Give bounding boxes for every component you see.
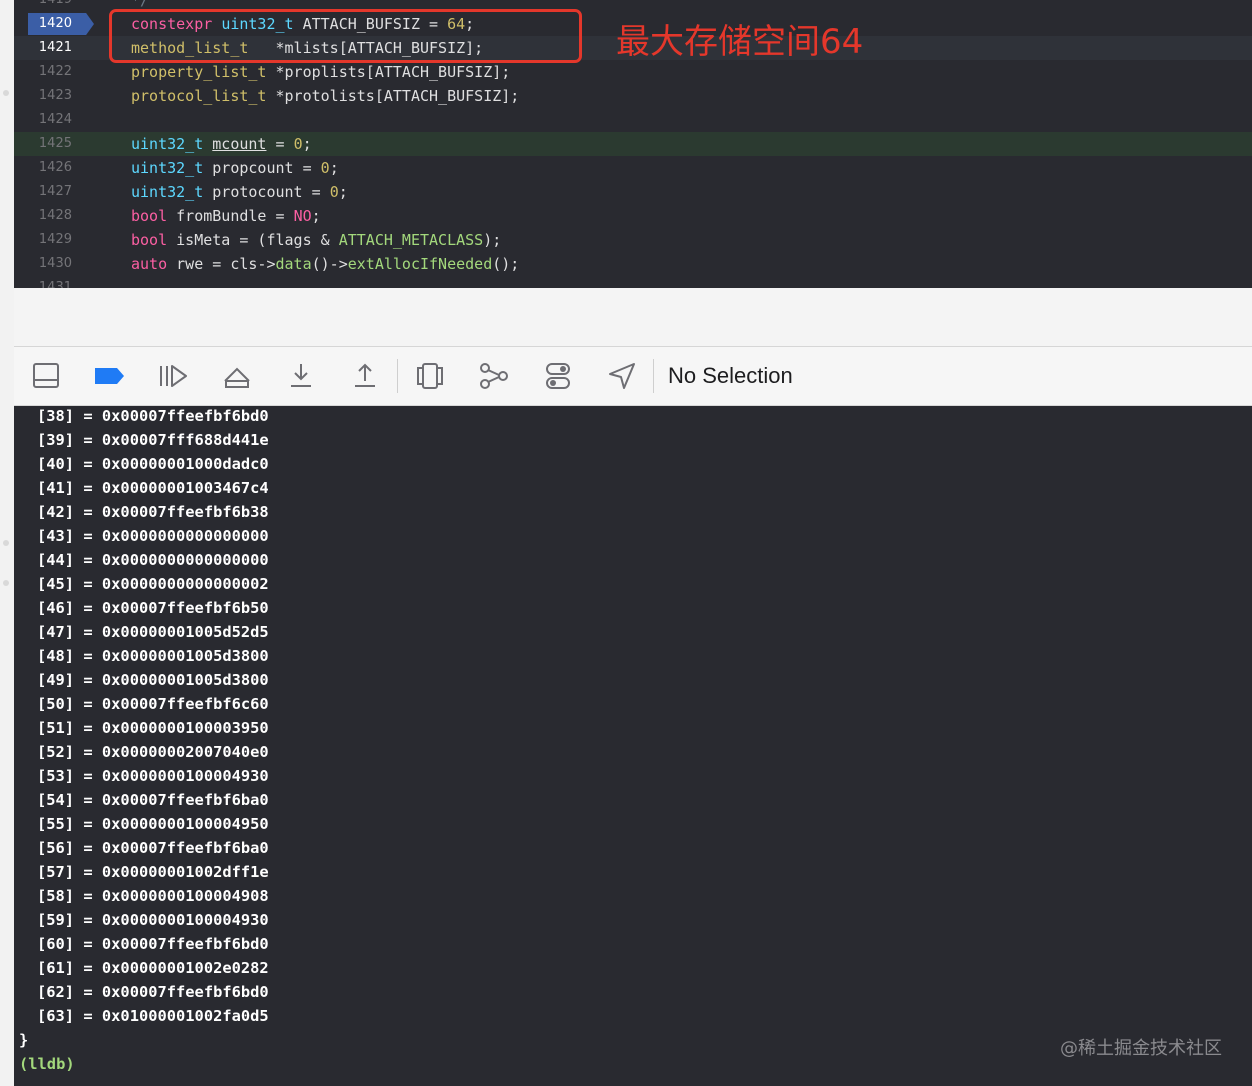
- line-number: 1429: [38, 232, 72, 247]
- gutter-marker: [3, 90, 9, 96]
- environment-overrides-icon: [546, 363, 570, 389]
- line-number: 1427: [38, 184, 72, 199]
- console-line: [57] = 0x00000001002dff1e: [37, 863, 269, 881]
- code-text: bool isMeta = (flags & ATTACH_METACLASS)…: [131, 231, 502, 249]
- console-line: [60] = 0x00007ffeefbf6bd0: [37, 935, 269, 953]
- code-line-1427: 1427 uint32_t protocount = 0;: [14, 180, 1252, 204]
- breakpoint-icon: [95, 368, 124, 384]
- hide-debug-area-button[interactable]: [30, 361, 62, 391]
- console-line: [38] = 0x00007ffeefbf6bd0: [37, 407, 269, 425]
- code-text: auto rwe = cls->data()->extAllocIfNeeded…: [131, 255, 520, 273]
- code-line-1425: 1425 uint32_t mcount = 0;: [14, 132, 1252, 156]
- line-number: 1422: [38, 64, 72, 79]
- code-line-1423: 1423 protocol_list_t *protolists[ATTACH_…: [14, 84, 1252, 108]
- left-gutter-strip: [0, 0, 14, 1086]
- gutter-marker: [3, 580, 9, 586]
- console-line: [40] = 0x00000001000dadc0: [37, 455, 269, 473]
- highlight-box: [109, 9, 582, 63]
- console-line: [50] = 0x00007ffeefbf6c60: [37, 695, 269, 713]
- panel-bottom-icon: [33, 363, 59, 388]
- toolbar-separator: [653, 359, 654, 393]
- console-line: [61] = 0x00000001002e0282: [37, 959, 269, 977]
- console-line: [51] = 0x0000000100003950: [37, 719, 269, 737]
- annotation-text: 最大存储空间64: [616, 22, 864, 62]
- line-number: 1426: [38, 160, 72, 175]
- console-line: [42] = 0x00007ffeefbf6b38: [37, 503, 269, 521]
- memory-graph-button[interactable]: [478, 361, 510, 391]
- gutter-marker: [3, 540, 9, 546]
- step-out-button[interactable]: [349, 361, 381, 391]
- continue-button[interactable]: [157, 361, 189, 391]
- console-closing-brace: }: [19, 1031, 29, 1049]
- memory-graph-icon: [480, 363, 508, 389]
- breakpoints-toggle-button[interactable]: [93, 361, 125, 391]
- watermark: @稀土掘金技术社区: [1060, 1038, 1222, 1059]
- code-text: uint32_t mcount = 0;: [131, 135, 312, 153]
- console-line: [58] = 0x0000000100004908: [37, 887, 269, 905]
- step-over-icon: [224, 367, 250, 388]
- console-line: [47] = 0x00000001005d52d5: [37, 623, 269, 641]
- console-line: [59] = 0x0000000100004930: [37, 911, 269, 929]
- line-number: 1420: [38, 16, 72, 31]
- console-line: [39] = 0x00007fff688d441e: [37, 431, 269, 449]
- line-number: 1424: [38, 112, 72, 127]
- editor-debug-splitter[interactable]: [14, 288, 1252, 347]
- lldb-console[interactable]: [38] = 0x00007ffeefbf6bd0 [39] = 0x00007…: [14, 406, 1252, 1086]
- step-over-button[interactable]: [221, 361, 253, 391]
- lldb-prompt[interactable]: (lldb): [19, 1052, 75, 1076]
- console-line: [55] = 0x0000000100004950: [37, 815, 269, 833]
- console-line: [44] = 0x0000000000000000: [37, 551, 269, 569]
- console-line: [62] = 0x00007ffeefbf6bd0: [37, 983, 269, 1001]
- debug-toolbar: No Selection: [14, 347, 1252, 406]
- continue-icon: [160, 365, 187, 387]
- step-out-icon: [355, 363, 375, 387]
- code-text: property_list_t *proplists[ATTACH_BUFSIZ…: [131, 63, 511, 81]
- code-line-1431: 1431: [14, 276, 1252, 288]
- code-line-1428: 1428 bool fromBundle = NO;: [14, 204, 1252, 228]
- console-line: [54] = 0x00007ffeefbf6ba0: [37, 791, 269, 809]
- view-debugger-icon: [417, 363, 443, 389]
- console-line: [53] = 0x0000000100004930: [37, 767, 269, 785]
- console-line: [45] = 0x0000000000000002: [37, 575, 269, 593]
- simulate-location-button[interactable]: [606, 361, 638, 391]
- console-line: [43] = 0x0000000000000000: [37, 527, 269, 545]
- code-line-1426: 1426 uint32_t propcount = 0;: [14, 156, 1252, 180]
- code-text: protocol_list_t *protolists[ATTACH_BUFSI…: [131, 87, 520, 105]
- line-number: 1423: [38, 88, 72, 103]
- code-line-1424: 1424: [14, 108, 1252, 132]
- location-arrow-icon: [609, 363, 635, 389]
- line-number: 1428: [38, 208, 72, 223]
- console-line: [56] = 0x00007ffeefbf6ba0: [37, 839, 269, 857]
- step-into-icon: [291, 364, 311, 387]
- code-text: uint32_t propcount = 0;: [131, 159, 339, 177]
- console-line: [48] = 0x00000001005d3800: [37, 647, 269, 665]
- line-number: 1430: [38, 256, 72, 271]
- code-text: uint32_t protocount = 0;: [131, 183, 348, 201]
- view-hierarchy-button[interactable]: [414, 361, 446, 391]
- jump-bar-selection[interactable]: No Selection: [668, 361, 793, 391]
- code-line-1430: 1430 auto rwe = cls->data()->extAllocIfN…: [14, 252, 1252, 276]
- console-line: [63] = 0x01000001002fa0d5: [37, 1007, 269, 1025]
- code-text: bool fromBundle = NO;: [131, 207, 321, 225]
- console-line: [49] = 0x00000001005d3800: [37, 671, 269, 689]
- line-number: 1419: [14, 0, 72, 12]
- toolbar-separator: [397, 359, 398, 393]
- environment-overrides-button[interactable]: [542, 361, 574, 391]
- console-line: [52] = 0x00000002007040e0: [37, 743, 269, 761]
- console-line: [46] = 0x00007ffeefbf6b50: [37, 599, 269, 617]
- line-number: 1431: [38, 280, 72, 288]
- line-number: 1421: [38, 40, 72, 55]
- step-into-button[interactable]: [285, 361, 317, 391]
- code-line-1429: 1429 bool isMeta = (flags & ATTACH_METAC…: [14, 228, 1252, 252]
- console-line: [41] = 0x00000001003467c4: [37, 479, 269, 497]
- line-number: 1425: [38, 136, 72, 151]
